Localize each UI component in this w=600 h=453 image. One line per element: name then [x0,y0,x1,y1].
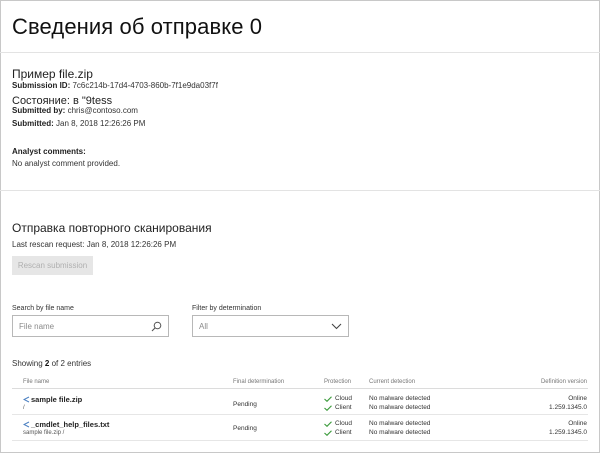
chevron-down-icon [331,323,342,330]
row2-determination: Pending [233,425,257,432]
row1-file-path: / [23,405,25,411]
section-divider [0,190,600,191]
check-icon [324,396,332,402]
title-divider [0,52,600,53]
row2-file-path: sample file.zip / [23,430,65,436]
row2-definition-cloud: Online [568,420,587,427]
rescan-section-title: Отправка повторного сканирования [12,221,212,235]
analyst-comments-text: No analyst comment provided. [12,159,121,168]
column-header-current-detection[interactable]: Current detection [369,379,415,385]
submitted-value: Jan 8, 2018 12:26:26 PM [56,119,146,128]
row2-protection-client: Client [335,429,352,436]
last-rescan-request: Last rescan request: Jan 8, 2018 12:26:2… [12,240,177,249]
submitted-label: Submitted: [12,119,54,128]
file-name-search-input[interactable] [19,320,147,333]
search-label: Search by file name [12,305,74,312]
analyst-comments-label: Analyst comments: [12,147,86,156]
row2-protection-cloud: Cloud [335,420,352,427]
column-header-definition-version[interactable]: Definition version [500,379,587,385]
header-divider [12,388,588,389]
column-header-protection[interactable]: Protection [324,379,351,385]
submission-id-row: Submission ID: 7c6c214b-17d4-4703-860b-7… [12,81,218,90]
submitted-by-value: chris@contoso.com [67,106,138,115]
row2-definition-client: 1.259.1345.0 [549,429,587,436]
row1-determination: Pending [233,401,257,408]
submission-id-value: 7c6c214b-17d4-4703-860b-7f1e9da03f7f [72,81,218,90]
page-title: Сведения об отправке 0 [12,14,263,39]
filter-label: Filter by determination [192,305,262,312]
row1-definition-cloud: Online [568,395,587,402]
filter-selected-value: All [199,322,208,331]
row1-detection-client: No malware detected [369,404,431,411]
submission-id-label: Submission ID: [12,81,71,90]
row1-definition-client: 1.259.1345.0 [549,404,587,411]
row2-detection-cloud: No malware detected [369,420,431,427]
row-divider [12,414,588,415]
file-link-icon[interactable] [23,396,30,403]
check-icon [324,430,332,436]
row1-detection-cloud: No malware detected [369,395,431,402]
column-header-final-determination[interactable]: Final determination [233,379,284,385]
row2-detection-client: No malware detected [369,429,431,436]
check-icon [324,405,332,411]
rescan-submission-button[interactable]: Rescan submission [12,256,93,275]
search-box [12,315,169,337]
entries-count: Showing 2 of 2 entries [12,359,92,368]
row1-protection-client: Client [335,404,352,411]
submitted-row: Submitted: Jan 8, 2018 12:26:26 PM [12,119,145,128]
submitted-by-row: Submitted by: chris@contoso.com [12,106,138,115]
determination-filter-dropdown[interactable]: All [192,315,349,337]
row1-file-name[interactable]: sample file.zip [31,395,82,404]
search-icon[interactable] [151,321,162,332]
row-divider [12,440,588,441]
row1-protection-cloud: Cloud [335,395,352,402]
file-link-icon[interactable] [23,421,30,428]
row2-file-name[interactable]: _cmdlet_help_files.txt [31,420,109,429]
column-header-file-name[interactable]: File name [23,379,49,385]
submitted-by-label: Submitted by: [12,106,66,115]
file-title: Пример file.zip [12,67,93,81]
check-icon [324,421,332,427]
